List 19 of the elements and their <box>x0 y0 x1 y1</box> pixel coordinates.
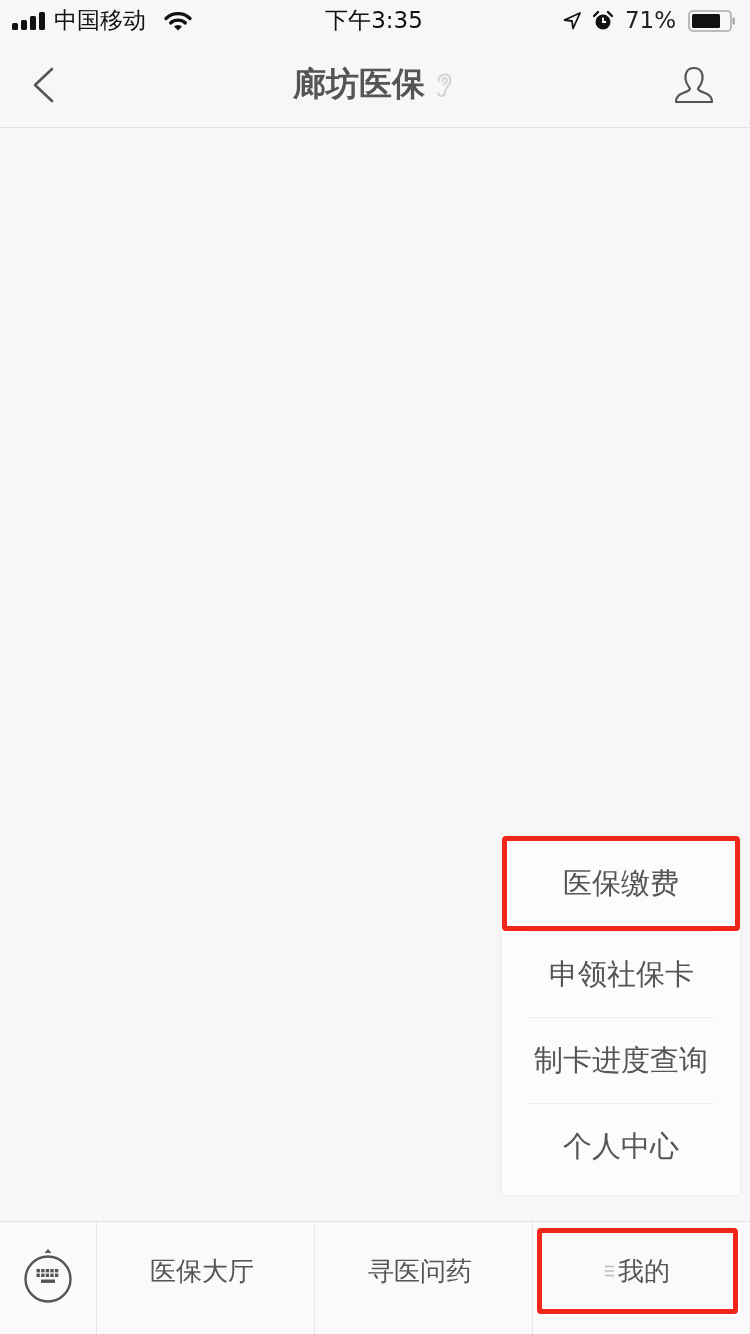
status-time: 下午3:35 <box>325 8 423 34</box>
signal-icon <box>12 12 46 30</box>
carrier-name: 中国移动 <box>54 8 146 34</box>
keyboard-icon[interactable] <box>23 1248 73 1304</box>
tab-item[interactable]: 我的 <box>537 1228 738 1314</box>
back-icon[interactable] <box>32 66 54 103</box>
menu-item[interactable]: 制卡进度查询 <box>502 1018 740 1103</box>
menu-item[interactable]: 医保缴费 <box>502 836 740 931</box>
wifi-icon <box>164 11 192 31</box>
menu-item[interactable]: 个人中心 <box>502 1104 740 1189</box>
menu-item[interactable]: 申领社保卡 <box>502 932 740 1017</box>
tab-item[interactable]: 医保大厅 <box>101 1228 302 1314</box>
user-icon[interactable] <box>674 65 714 104</box>
page-title: 廊坊医保 <box>293 66 425 103</box>
location-arrow-icon <box>562 12 581 30</box>
alarm-clock-icon <box>592 11 613 31</box>
battery-percent: 71% <box>624 8 676 34</box>
tab-item[interactable]: 寻医问药 <box>319 1228 520 1314</box>
battery-icon <box>688 10 736 32</box>
